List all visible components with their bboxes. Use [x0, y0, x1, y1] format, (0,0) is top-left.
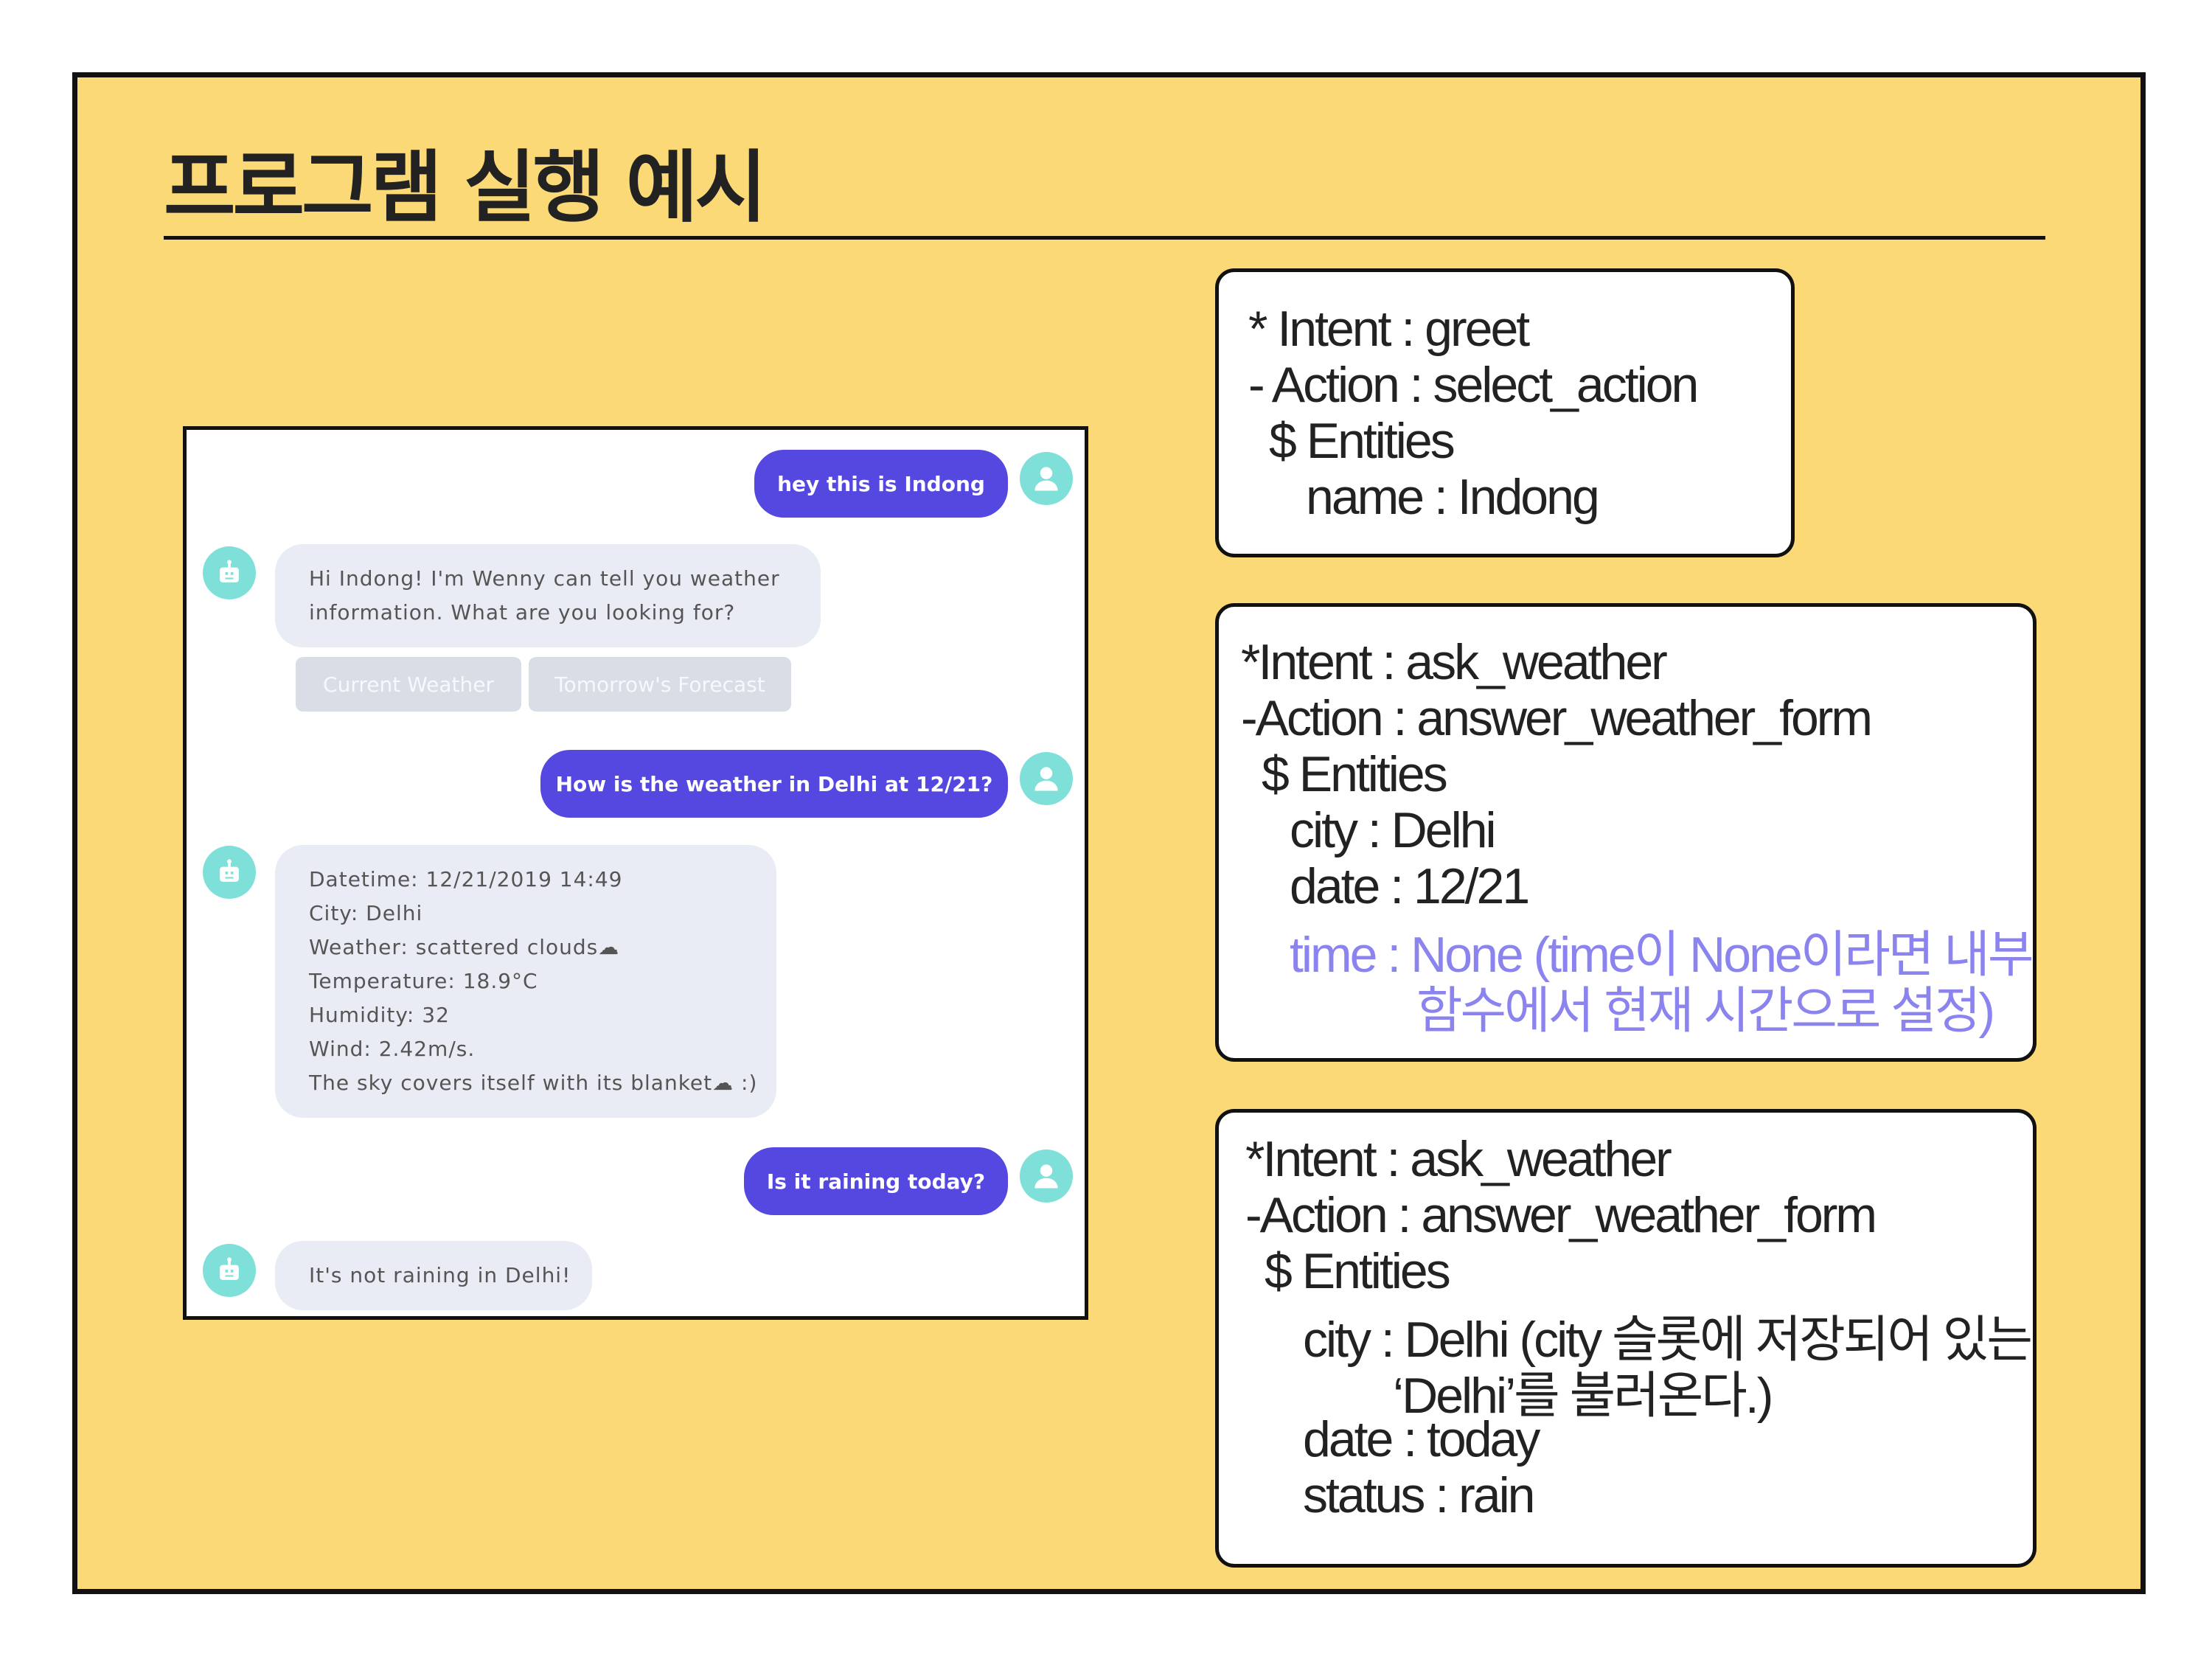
slide-title: 프로그램 실행 예시	[164, 142, 767, 233]
box-line: $ Entities	[1269, 413, 1455, 469]
bot-message-line: It's not raining in Delhi!	[309, 1263, 571, 1287]
bot-message-line: Weather: scattered clouds☁	[309, 935, 620, 959]
box-line: date : 12/21	[1290, 858, 1530, 914]
user-message-bubble: How is the weather in Delhi at 12/21?	[540, 750, 1008, 818]
bot-message-line: The sky covers itself with its blanket☁ …	[309, 1071, 758, 1095]
robot-avatar-icon	[203, 846, 256, 899]
bot-weather-bubble: Datetime: 12/21/2019 14:49 City: Delhi W…	[275, 845, 776, 1118]
user-avatar-icon	[1020, 452, 1073, 505]
user-message-text: How is the weather in Delhi at 12/21?	[555, 771, 993, 796]
intent-box-greet: * Intent : greet - Action : select_actio…	[1215, 268, 1795, 557]
box-line: * Intent : greet	[1248, 301, 1530, 357]
box-line: *Intent : ask_weather	[1245, 1131, 1672, 1187]
bot-message-line: City: Delhi	[309, 901, 423, 925]
title-underline	[164, 236, 2045, 240]
bot-message-line: Humidity: 32	[309, 1003, 450, 1027]
box-line: $ Entities	[1265, 1243, 1451, 1299]
user-avatar-icon	[1020, 1150, 1073, 1203]
user-message-bubble: hey this is Indong	[754, 450, 1008, 518]
bot-message-line: Temperature: 18.9°C	[309, 969, 538, 993]
intent-box-ask-weather-2: *Intent : ask_weather -Action : answer_w…	[1215, 1109, 2037, 1568]
user-message-text: Is it raining today?	[766, 1169, 986, 1194]
bot-message-line: information. What are you looking for?	[309, 600, 736, 625]
quick-reply-current-weather[interactable]: Current Weather	[296, 657, 521, 712]
robot-avatar-icon	[203, 546, 256, 599]
user-avatar-icon	[1020, 752, 1073, 805]
robot-avatar-icon	[203, 1244, 256, 1297]
quick-reply-tomorrow-forecast[interactable]: Tomorrow's Forecast	[529, 657, 791, 712]
box-line: status : rain	[1303, 1467, 1535, 1523]
bot-message-line: Wind: 2.42m/s.	[309, 1037, 476, 1061]
bot-message-bubble: Hi Indong! I'm Wenny can tell you weathe…	[275, 544, 821, 647]
box-line: $ Entities	[1262, 746, 1448, 802]
box-line: city : Delhi	[1290, 802, 1497, 858]
bot-message-line: Datetime: 12/21/2019 14:49	[309, 867, 623, 891]
bot-message-line: Hi Indong! I'm Wenny can tell you weathe…	[309, 566, 780, 591]
box-line: name : Indong	[1306, 469, 1600, 525]
box-line: date : today	[1303, 1411, 1540, 1467]
chat-window: hey this is Indong Hi Indong! I'm Wenny …	[183, 426, 1088, 1320]
box-highlight-line: 함수에서 현재 시간으로 설정)	[1416, 983, 1995, 1039]
box-line: *Intent : ask_weather	[1241, 634, 1668, 690]
intent-box-ask-weather-1: *Intent : ask_weather -Action : answer_w…	[1215, 603, 2037, 1062]
box-line: -Action : answer_weather_form	[1245, 1187, 1877, 1243]
user-message-text: hey this is Indong	[777, 471, 985, 496]
box-line: - Action : select_action	[1248, 357, 1699, 413]
bot-message-bubble: It's not raining in Delhi!	[275, 1241, 592, 1310]
box-line: -Action : answer_weather_form	[1241, 690, 1873, 746]
user-message-bubble: Is it raining today?	[744, 1147, 1008, 1215]
